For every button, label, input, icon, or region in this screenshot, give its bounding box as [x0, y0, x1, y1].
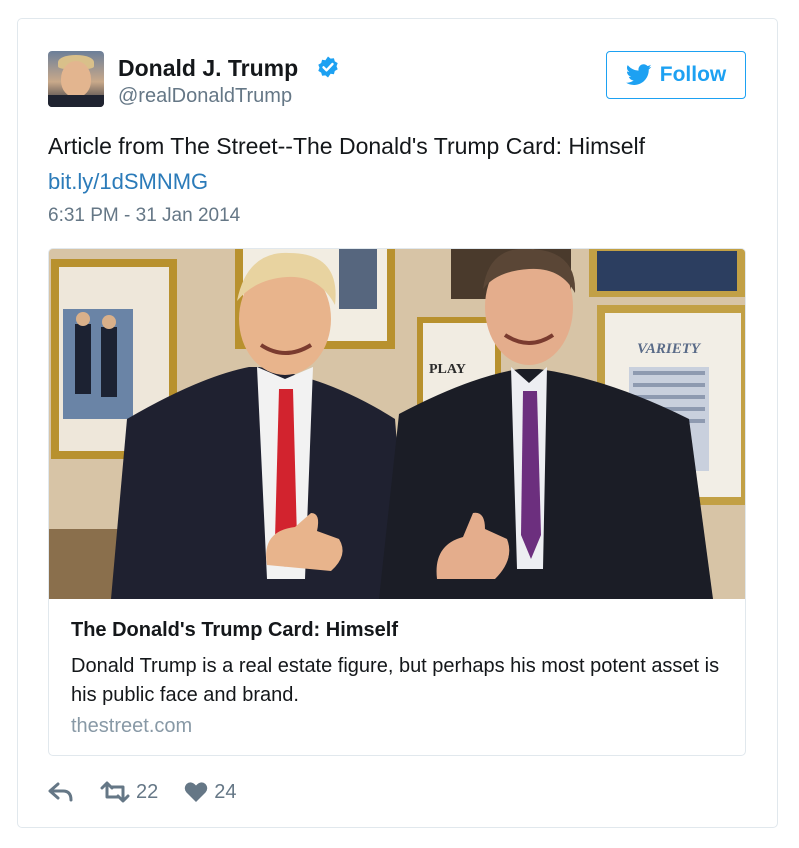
card-image: PLAY VARIETY: [49, 249, 745, 599]
twitter-bird-icon: [625, 64, 652, 85]
like-count: 24: [214, 780, 237, 803]
like-button[interactable]: 24: [184, 780, 237, 804]
card-image-magazine-text: VARIETY: [637, 341, 702, 357]
author-name[interactable]: Donald J. Trump: [118, 55, 298, 82]
heart-icon: [185, 782, 208, 802]
follow-button[interactable]: Follow: [606, 51, 746, 99]
tweet-link[interactable]: bit.ly/1dSMNMG: [48, 169, 208, 195]
reply-button[interactable]: [48, 781, 74, 803]
card-domain: thestreet.com: [71, 715, 193, 737]
author-avatar[interactable]: [48, 51, 104, 107]
avatar-suit: [48, 95, 104, 107]
follow-button-label: Follow: [659, 63, 727, 86]
retweet-count: 22: [136, 780, 159, 803]
retweet-icon: [100, 781, 130, 803]
card-image-sign-text: PLAY: [429, 362, 466, 377]
card-title: The Donald's Trump Card: Himself: [71, 619, 399, 641]
card-description: Donald Trump is a real estate figure, bu…: [71, 655, 720, 706]
avatar-face: [61, 61, 91, 97]
tweet-card: Donald J. Trump @realDonaldTrump Follow …: [17, 18, 778, 828]
reply-icon: [48, 782, 73, 802]
verified-badge-icon: [318, 56, 338, 78]
retweet-button[interactable]: 22: [100, 781, 158, 804]
tweet-actions: 22 24: [48, 779, 237, 805]
author-handle[interactable]: @realDonaldTrump: [118, 85, 292, 108]
link-preview-card[interactable]: PLAY VARIETY The Donald's Trump Card: Hi…: [48, 248, 746, 756]
tweet-timestamp[interactable]: 6:31 PM - 31 Jan 2014: [48, 205, 240, 227]
tweet-text: Article from The Street--The Donald's Tr…: [48, 133, 646, 159]
